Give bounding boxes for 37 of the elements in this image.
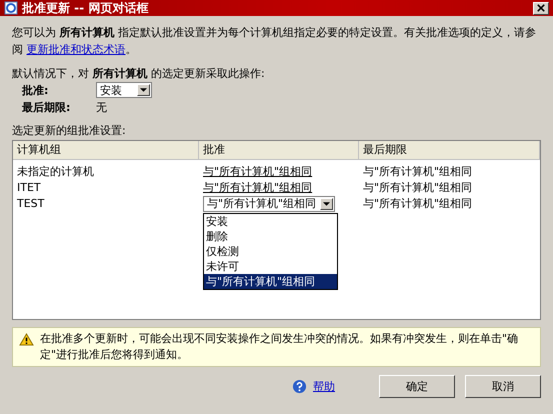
caret-icon bbox=[323, 202, 330, 206]
table-cell-text: 与"所有计算机"组相同 bbox=[362, 180, 474, 196]
dropdown-option[interactable]: 仅检测 bbox=[204, 244, 337, 259]
column-header: 最后期限 bbox=[359, 141, 540, 159]
caret-icon bbox=[140, 88, 147, 92]
approval-select[interactable]: 与"所有计算机"组相同 bbox=[203, 196, 336, 212]
dropdown-option[interactable]: 删除 bbox=[204, 229, 337, 244]
approval-link[interactable]: 与"所有计算机"组相同 bbox=[203, 165, 312, 178]
table-cell-text: ITET bbox=[16, 180, 42, 196]
approval-select[interactable]: 安装 bbox=[96, 82, 152, 98]
approval-link[interactable]: 与"所有计算机"组相同 bbox=[203, 181, 312, 194]
help-icon bbox=[292, 379, 307, 394]
browser-icon bbox=[4, 1, 18, 15]
table-cell-text: 与"所有计算机"组相同 bbox=[362, 164, 474, 180]
deadline-label: 最后期限: bbox=[22, 100, 70, 115]
warning-text: 在批准多个更新时，可能会出现不同安装操作之间发生冲突的情况。如果有冲突发生，则在单击"确定"进行批准后您将得到通知。 bbox=[40, 331, 520, 363]
column-header: 计算机组 bbox=[13, 141, 199, 159]
close-button[interactable] bbox=[533, 2, 549, 14]
column-header: 批准 bbox=[199, 141, 359, 159]
dialog-button[interactable]: 确定 bbox=[379, 375, 455, 398]
window-title: 批准更新 -- 网页对话框 bbox=[22, 0, 150, 16]
dropdown-option[interactable]: 未许可 bbox=[204, 259, 337, 274]
intro-text: 您可以为 所有计算机 指定默认批准设置并为每个计算机组指定必要的特定设置。有关批准选项的定义，请参阅 更新批准和状态术语。 bbox=[12, 25, 537, 58]
approval-label: 批准: bbox=[22, 82, 48, 98]
dialog-button[interactable]: 取消 bbox=[465, 375, 541, 398]
dropdown-option[interactable]: 安装 bbox=[204, 214, 337, 229]
default-text: 默认情况下，对 所有计算机 的选定更新采取此操作: bbox=[12, 66, 266, 82]
table-cell-text: 未指定的计算机 bbox=[16, 164, 95, 180]
deadline-value: 无 bbox=[96, 100, 107, 115]
dropdown-option[interactable]: 与"所有计算机"组相同 bbox=[204, 274, 337, 289]
table-cell-text: TEST bbox=[16, 196, 46, 212]
close-icon bbox=[537, 4, 545, 12]
help-link[interactable]: 帮助 bbox=[313, 379, 335, 394]
table-cell-text: 与"所有计算机"组相同 bbox=[362, 196, 474, 212]
help-link[interactable]: 更新批准和状态术语 bbox=[26, 43, 126, 56]
table-caption: 选定更新的组批准设置: bbox=[12, 123, 127, 138]
warning-icon bbox=[19, 333, 34, 346]
